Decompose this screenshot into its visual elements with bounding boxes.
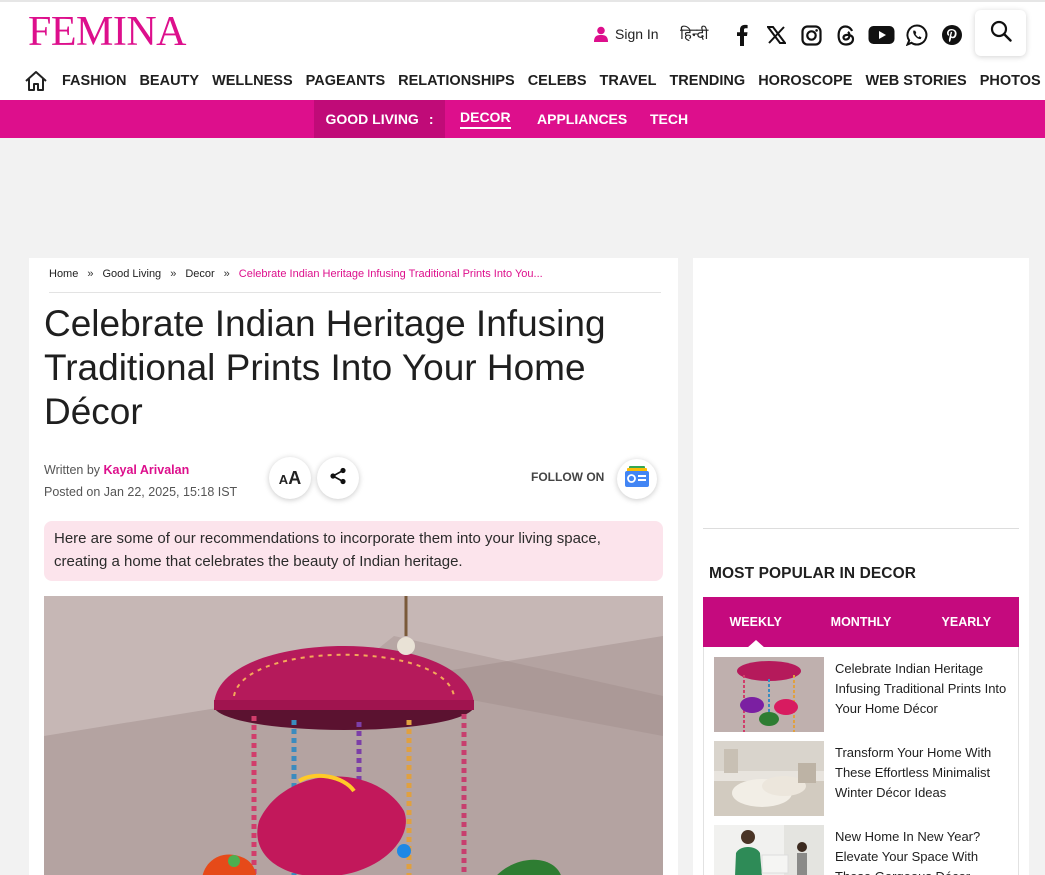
article-title: Celebrate Indian Heritage Infusing Tradi… <box>44 303 606 432</box>
social-links <box>724 20 969 50</box>
facebook-icon[interactable] <box>724 20 759 50</box>
site-header: FEMINA Sign In हिन्दी FASHION BEAUTY WEL… <box>0 0 1045 100</box>
youtube-icon[interactable] <box>864 20 899 50</box>
posted-date: Posted on Jan 22, 2025, 15:18 IST <box>44 485 238 499</box>
popular-title: New Home In New Year? Elevate Your Space… <box>835 829 981 875</box>
section-subnav: GOOD LIVING : DECOR APPLIANCES TECH <box>0 100 1045 138</box>
pinterest-icon[interactable] <box>934 20 969 50</box>
search-icon <box>990 20 1012 47</box>
nav-item-photos[interactable]: PHOTOS <box>980 73 1041 89</box>
whatsapp-icon[interactable] <box>899 20 934 50</box>
list-item[interactable]: New Home In New Year? Elevate Your Space… <box>714 825 1010 875</box>
breadcrumb-separator: » <box>223 268 230 280</box>
sidebar: MOST POPULAR IN DECOR WEEKLY MONTHLY YEA… <box>693 258 1029 875</box>
nav-item-relationships[interactable]: RELATIONSHIPS <box>398 73 515 89</box>
popular-tabs: WEEKLY MONTHLY YEARLY <box>703 597 1019 648</box>
popular-thumbnail <box>714 741 824 816</box>
article-byline: Written by Kayal Arivalan Posted on Jan … <box>44 459 237 503</box>
share-button[interactable] <box>317 457 359 499</box>
article-card: Home » Good Living » Decor » Celebrate I… <box>29 258 678 875</box>
nav-item-celebs[interactable]: CELEBS <box>528 73 587 89</box>
tab-weekly[interactable]: WEEKLY <box>703 597 808 648</box>
breadcrumb-current: Celebrate Indian Heritage Infusing Tradi… <box>238 268 543 280</box>
font-size-button[interactable]: AA <box>269 457 311 499</box>
list-item[interactable]: Transform Your Home With These Effortles… <box>714 741 1010 817</box>
breadcrumb-separator: » <box>87 268 94 280</box>
breadcrumb-good-living[interactable]: Good Living <box>102 268 161 292</box>
article-hero-image <box>44 596 663 875</box>
article-summary: Here are some of our recommendations to … <box>44 521 663 581</box>
tab-monthly[interactable]: MONTHLY <box>808 597 913 647</box>
threads-icon[interactable] <box>829 20 864 50</box>
popular-title: Transform Your Home With These Effortles… <box>835 745 992 800</box>
subnav-good-living-marker: : <box>428 111 434 127</box>
written-by-label: Written by <box>44 463 101 477</box>
popular-list: Celebrate Indian Heritage Infusing Tradi… <box>703 647 1019 875</box>
breadcrumb: Home » Good Living » Decor » Celebrate I… <box>49 268 661 293</box>
breadcrumb-decor[interactable]: Decor <box>185 268 214 292</box>
femina-logo[interactable]: FEMINA <box>28 10 187 54</box>
subnav-good-living[interactable]: GOOD LIVING : <box>314 100 445 138</box>
main-navigation: FASHION BEAUTY WELLNESS PAGEANTS RELATIO… <box>24 68 1045 94</box>
nav-item-fashion[interactable]: FASHION <box>62 73 126 89</box>
nav-item-trending[interactable]: TRENDING <box>669 73 745 89</box>
font-size-icon: AA <box>278 467 302 488</box>
nav-item-web-stories[interactable]: WEB STORIES <box>865 73 966 89</box>
home-icon[interactable] <box>24 70 54 92</box>
google-news-icon <box>624 465 650 493</box>
subnav-good-living-label: GOOD LIVING <box>325 111 419 127</box>
user-icon <box>594 26 608 42</box>
follow-on-label: FOLLOW ON <box>531 470 605 484</box>
search-button[interactable] <box>975 10 1026 56</box>
nav-item-wellness[interactable]: WELLNESS <box>212 73 293 89</box>
instagram-icon[interactable] <box>794 20 829 50</box>
subnav-item-tech[interactable]: TECH <box>650 100 688 138</box>
sign-in-button[interactable]: Sign In <box>594 24 659 44</box>
ad-divider <box>703 528 1019 529</box>
nav-item-horoscope[interactable]: HOROSCOPE <box>758 73 852 89</box>
popular-title: Celebrate Indian Heritage Infusing Tradi… <box>835 661 1007 716</box>
share-icon <box>329 467 347 490</box>
tab-yearly[interactable]: YEARLY <box>914 597 1019 647</box>
google-news-follow-button[interactable] <box>617 459 657 499</box>
sign-in-label: Sign In <box>615 26 659 42</box>
popular-thumbnail <box>714 657 824 732</box>
most-popular-title: MOST POPULAR IN DECOR <box>709 565 917 582</box>
x-icon[interactable] <box>759 20 794 50</box>
nav-item-pageants[interactable]: PAGEANTS <box>306 73 386 89</box>
breadcrumb-home[interactable]: Home <box>49 268 78 292</box>
popular-thumbnail <box>714 825 824 875</box>
nav-item-beauty[interactable]: BEAUTY <box>139 73 199 89</box>
hindi-language-link[interactable]: हिन्दी <box>680 24 708 44</box>
breadcrumb-separator: » <box>170 268 177 280</box>
author-link[interactable]: Kayal Arivalan <box>104 463 190 477</box>
list-item[interactable]: Celebrate Indian Heritage Infusing Tradi… <box>714 657 1010 733</box>
subnav-item-appliances[interactable]: APPLIANCES <box>537 100 627 138</box>
nav-item-travel[interactable]: TRAVEL <box>600 73 657 89</box>
subnav-item-decor[interactable]: DECOR <box>460 100 511 138</box>
